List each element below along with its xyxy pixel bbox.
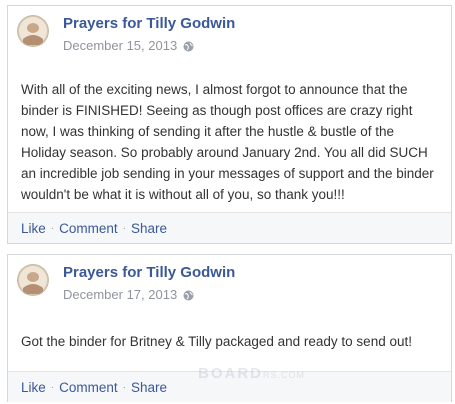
action-separator: · <box>122 222 126 234</box>
post-meta: December 17, 2013 <box>63 287 194 302</box>
share-button[interactable]: Share <box>131 380 167 395</box>
like-button[interactable]: Like <box>21 380 46 395</box>
post-meta: December 15, 2013 <box>63 38 194 53</box>
share-button[interactable]: Share <box>131 221 167 236</box>
avatar[interactable] <box>17 15 49 47</box>
action-separator: · <box>50 381 55 393</box>
post-timestamp[interactable]: December 17, 2013 <box>63 287 177 302</box>
globe-icon <box>183 40 194 52</box>
post-timestamp[interactable]: December 15, 2013 <box>63 38 177 53</box>
watermark-small-text: RS.COM <box>263 370 305 380</box>
avatar[interactable] <box>17 264 49 296</box>
comment-button[interactable]: Comment <box>59 221 118 236</box>
action-separator: · <box>122 381 126 393</box>
post-text: With all of the exciting news, I almost … <box>21 82 434 202</box>
post-card: Prayers for Tilly Godwin December 15, 20… <box>7 5 452 244</box>
watermark-text: BOARD <box>198 365 263 382</box>
watermark: BOARDRS.COM <box>198 365 305 382</box>
page-name-link[interactable]: Prayers for Tilly Godwin <box>63 15 235 32</box>
action-separator: · <box>50 222 55 234</box>
post-text: Got the binder for Britney & Tilly packa… <box>21 334 412 349</box>
avatar-photo <box>17 15 49 47</box>
like-button[interactable]: Like <box>21 221 46 236</box>
avatar-photo <box>17 264 49 296</box>
page-name-link[interactable]: Prayers for Tilly Godwin <box>63 264 235 281</box>
globe-icon <box>183 289 194 301</box>
post-action-bar: Like · Comment · Share <box>8 212 451 243</box>
comment-button[interactable]: Comment <box>59 380 118 395</box>
